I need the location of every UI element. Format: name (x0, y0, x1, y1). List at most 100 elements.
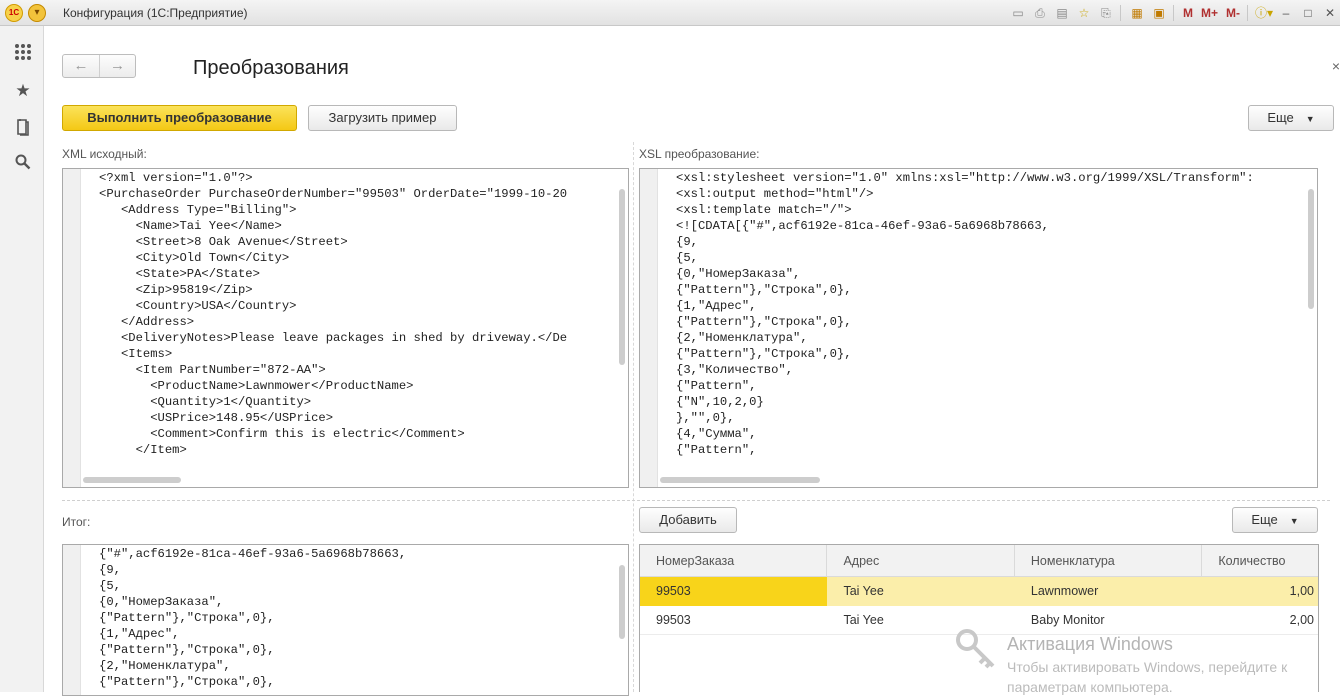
xml-source-editor[interactable]: <?xml version="1.0"?> <PurchaseOrder Purc… (62, 168, 629, 488)
code-line[interactable]: <Quantity>1</Quantity> (99, 394, 567, 410)
table-more-button[interactable]: Еще ▼ (1232, 507, 1318, 533)
table-row[interactable]: 99503 Tai Yee Lawnmower 1,00 (640, 577, 1318, 606)
history-icon[interactable] (13, 118, 33, 138)
code-line[interactable]: <DeliveryNotes>Please leave packages in … (99, 330, 567, 346)
code-line[interactable]: {9, (99, 562, 406, 578)
preview-icon[interactable]: ▤ (1052, 4, 1072, 22)
app-logo[interactable]: 1С (5, 4, 23, 22)
table-cell[interactable]: 99503 (640, 577, 828, 606)
code-line[interactable]: <USPrice>148.95</USPrice> (99, 410, 567, 426)
main-menu-icon[interactable]: ▾ (28, 4, 46, 22)
code-line[interactable]: <Items> (99, 346, 567, 362)
forward-button[interactable]: → (98, 55, 135, 77)
table-cell[interactable]: Lawnmower (1014, 577, 1203, 606)
column-header-order-number[interactable]: НомерЗаказа (640, 545, 828, 577)
code-line[interactable]: {"Pattern"},"Строка",0}, (99, 610, 406, 626)
run-transformation-button[interactable]: Выполнить преобразование (62, 105, 297, 131)
info-icon[interactable]: ⓘ▾ (1254, 4, 1274, 22)
add-row-button[interactable]: Добавить (639, 507, 737, 533)
code-line[interactable]: },"",0}, (676, 410, 1254, 426)
code-line[interactable]: <ProductName>Lawnmower</ProductName> (99, 378, 567, 394)
table-cell[interactable]: Baby Monitor (1015, 606, 1202, 635)
column-header-nomenclature[interactable]: Номенклатура (1015, 545, 1203, 577)
close-form-icon[interactable]: × (1332, 58, 1340, 74)
load-sample-button[interactable]: Загрузить пример (308, 105, 457, 131)
vertical-scrollbar[interactable] (1306, 171, 1316, 473)
code-line[interactable]: {2,"Номенклатура", (676, 330, 1254, 346)
code-line[interactable]: <Item PartNumber="872-AA"> (99, 362, 567, 378)
memory-subtract-button[interactable]: M- (1223, 4, 1243, 22)
code-line[interactable]: <Comment>Confirm this is electric</Comme… (99, 426, 567, 442)
scrollbar-thumb[interactable] (619, 189, 625, 365)
more-button[interactable]: Еще ▼ (1248, 105, 1334, 131)
back-button[interactable]: ← (63, 55, 99, 77)
code-line[interactable]: <?xml version="1.0"?> (99, 170, 567, 186)
code-line[interactable]: <Zip>95819</Zip> (99, 282, 567, 298)
star-icon[interactable]: ★ (13, 81, 33, 101)
code-line[interactable]: {"Pattern"},"Строка",0}, (99, 642, 406, 658)
code-line[interactable]: <xsl:stylesheet version="1.0" xmlns:xsl=… (676, 170, 1254, 186)
scrollbar-thumb[interactable] (660, 477, 820, 483)
horizontal-scrollbar[interactable] (660, 475, 1305, 485)
code-line[interactable]: <Address Type="Billing"> (99, 202, 567, 218)
xml-source-text[interactable]: <?xml version="1.0"?> <PurchaseOrder Purc… (99, 170, 567, 458)
table-cell[interactable]: 99503 (640, 606, 827, 635)
code-line[interactable]: <PurchaseOrder PurchaseOrderNumber="9950… (99, 186, 567, 202)
column-header-quantity[interactable]: Количество (1202, 545, 1318, 577)
code-line[interactable]: {1,"Адрес", (99, 626, 406, 642)
code-line[interactable]: {3,"Количество", (676, 362, 1254, 378)
table-cell[interactable]: 1,00 (1202, 577, 1318, 606)
xsl-text[interactable]: <xsl:stylesheet version="1.0" xmlns:xsl=… (676, 170, 1254, 458)
result-text[interactable]: {"#",acf6192e-81ca-46ef-93a6-5a6968b7866… (99, 546, 406, 690)
code-line[interactable]: <Name>Tai Yee</Name> (99, 218, 567, 234)
code-line[interactable]: {1,"Адрес", (676, 298, 1254, 314)
code-line[interactable]: {5, (99, 578, 406, 594)
code-line[interactable]: {"N",10,2,0} (676, 394, 1254, 410)
code-line[interactable]: </Item> (99, 442, 567, 458)
horizontal-scrollbar[interactable] (83, 475, 616, 485)
history-icon[interactable]: ⎘ (1096, 4, 1116, 22)
add-favorite-icon[interactable]: ☆ (1074, 4, 1094, 22)
vertical-scrollbar[interactable] (617, 547, 627, 681)
code-line[interactable]: <State>PA</State> (99, 266, 567, 282)
splitter-vertical[interactable] (633, 142, 634, 692)
search-icon[interactable] (13, 154, 33, 174)
code-line[interactable]: {0,"НомерЗаказа", (676, 266, 1254, 282)
apps-grid-icon[interactable] (13, 43, 33, 63)
code-line[interactable]: {"Pattern", (676, 378, 1254, 394)
xsl-editor[interactable]: <xsl:stylesheet version="1.0" xmlns:xsl=… (639, 168, 1318, 488)
vertical-scrollbar[interactable] (617, 171, 627, 473)
code-line[interactable]: {4,"Сумма", (676, 426, 1254, 442)
code-line[interactable]: {"Pattern", (676, 442, 1254, 458)
code-line[interactable]: {0,"НомерЗаказа", (99, 594, 406, 610)
code-line[interactable]: {"Pattern"},"Строка",0}, (676, 282, 1254, 298)
code-line[interactable]: {5, (676, 250, 1254, 266)
code-line[interactable]: {"Pattern"},"Строка",0}, (676, 346, 1254, 362)
maximize-icon[interactable]: □ (1298, 4, 1318, 22)
result-editor[interactable]: {"#",acf6192e-81ca-46ef-93a6-5a6968b7866… (62, 544, 629, 696)
code-line[interactable]: {2,"Номенклатура", (99, 658, 406, 674)
scrollbar-thumb[interactable] (83, 477, 181, 483)
code-line[interactable]: <Street>8 Oak Avenue</Street> (99, 234, 567, 250)
code-line[interactable]: {9, (676, 234, 1254, 250)
code-line[interactable]: <xsl:output method="html"/> (676, 186, 1254, 202)
save-icon[interactable]: ▭ (1008, 4, 1028, 22)
code-line[interactable]: <Country>USA</Country> (99, 298, 567, 314)
memory-add-button[interactable]: M+ (1198, 4, 1221, 22)
minimize-icon[interactable]: – (1276, 4, 1296, 22)
code-line[interactable]: <xsl:template match="/"> (676, 202, 1254, 218)
code-line[interactable]: {"Pattern"},"Строка",0}, (676, 314, 1254, 330)
code-line[interactable]: <![CDATA[{"#",acf6192e-81ca-46ef-93a6-5a… (676, 218, 1254, 234)
column-header-address[interactable]: Адрес (827, 545, 1015, 577)
table-cell[interactable]: Tai Yee (827, 577, 1015, 606)
code-line[interactable]: <City>Old Town</City> (99, 250, 567, 266)
close-window-icon[interactable]: ✕ (1320, 4, 1340, 22)
print-icon[interactable]: ⎙ (1030, 4, 1050, 22)
code-line[interactable]: </Address> (99, 314, 567, 330)
splitter-horizontal[interactable] (62, 500, 1330, 501)
memory-button[interactable]: M (1180, 4, 1196, 22)
calendar-icon[interactable]: ▣ (1149, 4, 1169, 22)
scrollbar-thumb[interactable] (619, 565, 625, 639)
table-cell[interactable]: 2,00 (1202, 606, 1318, 635)
code-line[interactable]: {"Pattern"},"Строка",0}, (99, 674, 406, 690)
